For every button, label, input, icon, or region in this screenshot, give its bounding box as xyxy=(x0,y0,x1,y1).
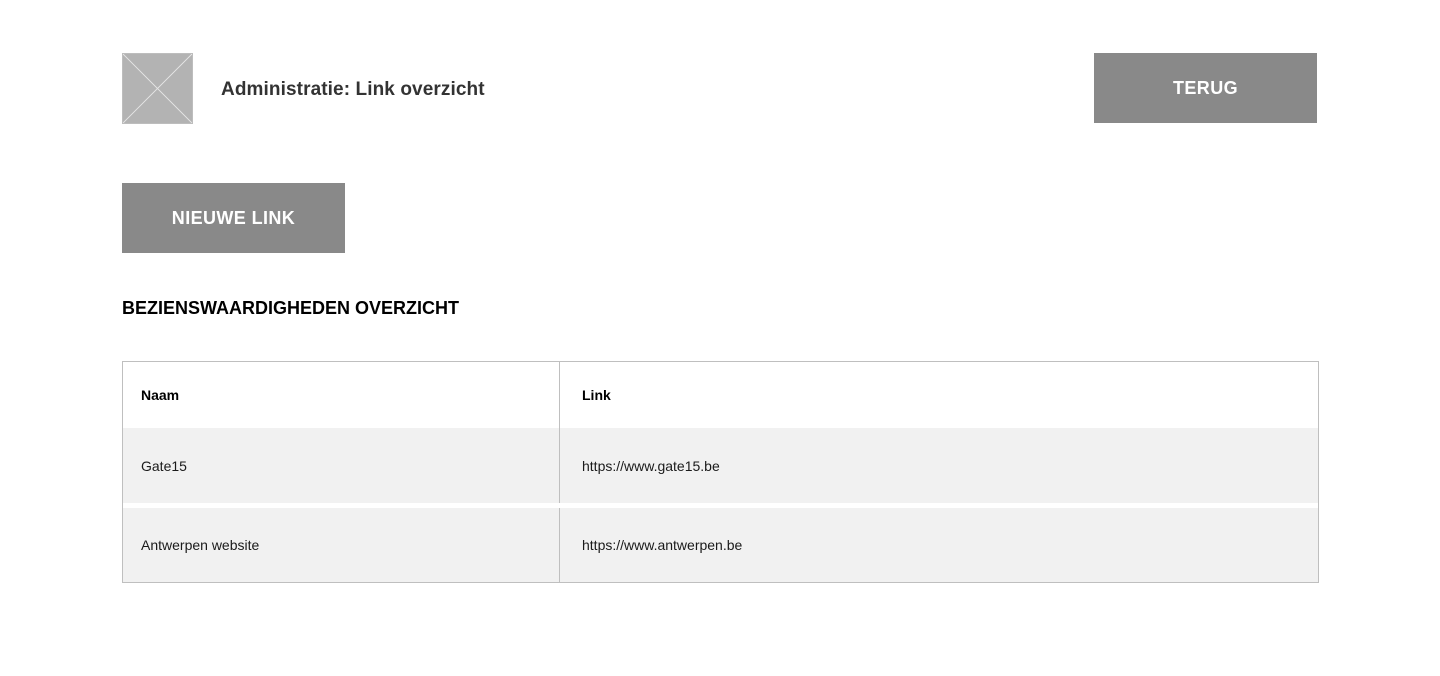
page-title: Administratie: Link overzicht xyxy=(221,79,485,100)
table-row[interactable]: Antwerpen website https://www.antwerpen.… xyxy=(123,508,1318,582)
table-header-row: Naam Link xyxy=(123,362,1318,428)
table-row[interactable]: Gate15 https://www.gate15.be xyxy=(123,428,1318,503)
back-button[interactable]: TERUG xyxy=(1094,53,1317,123)
cell-link[interactable]: https://www.antwerpen.be xyxy=(560,508,1318,582)
cell-link[interactable]: https://www.gate15.be xyxy=(560,428,1318,503)
new-link-button[interactable]: NIEUWE LINK xyxy=(122,183,345,253)
cell-name: Gate15 xyxy=(123,428,560,503)
column-header-name[interactable]: Naam xyxy=(123,362,560,428)
links-table: Naam Link Gate15 https://www.gate15.be A… xyxy=(122,361,1319,583)
logo-placeholder-icon xyxy=(122,53,193,124)
section-title: BEZIENSWAARDIGHEDEN OVERZICHT xyxy=(122,298,460,318)
cell-name: Antwerpen website xyxy=(123,508,560,582)
column-header-link[interactable]: Link xyxy=(560,362,1318,428)
